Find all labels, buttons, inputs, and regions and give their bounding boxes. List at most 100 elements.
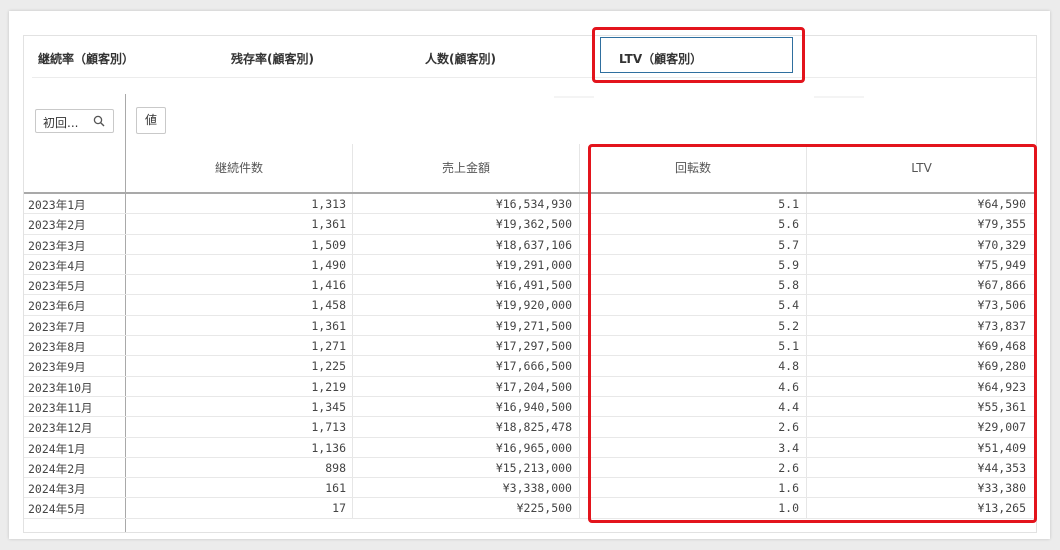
row-month: 2024年1月 <box>28 441 86 456</box>
cell-count: 1,713 <box>311 420 346 435</box>
cell-ltv: ¥29,007 <box>977 420 1026 435</box>
faint-divider <box>554 96 594 98</box>
table-row[interactable]: 2024年3月 161 ¥3,338,000 1.6 ¥33,380 <box>24 478 1036 499</box>
cell-ltv: ¥73,506 <box>977 298 1026 313</box>
row-month: 2024年2月 <box>28 461 86 476</box>
table-row[interactable]: 2024年1月 1,136 ¥16,965,000 3.4 ¥51,409 <box>24 438 1036 458</box>
row-month: 2023年8月 <box>28 340 86 355</box>
cell-turnover: 5.9 <box>778 257 799 272</box>
cell-count: 1,136 <box>311 440 346 455</box>
cell-count: 1,271 <box>311 339 346 354</box>
table-row[interactable]: 2023年4月 1,490 ¥19,291,000 5.9 ¥75,949 <box>24 255 1036 276</box>
cell-turnover: 3.4 <box>778 440 799 455</box>
table-row[interactable]: 2023年11月 1,345 ¥16,940,500 4.4 ¥55,361 <box>24 397 1036 418</box>
column-header-sales[interactable]: 売上金額 <box>353 144 579 192</box>
table-row[interactable]: 2024年2月 898 ¥15,213,000 2.6 ¥44,353 <box>24 458 1036 479</box>
cell-sales: ¥16,940,500 <box>495 399 572 414</box>
cell-ltv: ¥64,923 <box>977 379 1026 394</box>
row-month: 2023年1月 <box>28 198 86 212</box>
cell-ltv: ¥55,361 <box>977 399 1026 414</box>
column-header-count[interactable]: 継続件数 <box>126 144 352 192</box>
column-divider <box>579 144 580 192</box>
cell-ltv: ¥13,265 <box>977 501 1026 516</box>
table-row[interactable]: 2023年2月 1,361 ¥19,362,500 5.6 ¥79,355 <box>24 214 1036 235</box>
cell-count: 898 <box>325 460 346 475</box>
cell-turnover: 1.0 <box>778 501 799 516</box>
faint-divider <box>814 96 864 98</box>
cell-turnover: 5.1 <box>778 339 799 354</box>
cell-sales: ¥19,291,000 <box>495 257 572 272</box>
cell-count: 1,313 <box>311 197 346 211</box>
column-divider <box>806 144 807 192</box>
table-row[interactable]: 2023年8月 1,271 ¥17,297,500 5.1 ¥69,468 <box>24 336 1036 357</box>
cell-turnover: 5.4 <box>778 298 799 313</box>
cell-count: 1,509 <box>311 237 346 252</box>
cell-sales: ¥225,500 <box>516 501 572 516</box>
cell-ltv: ¥64,590 <box>977 197 1026 211</box>
cell-turnover: 5.8 <box>778 278 799 293</box>
cell-count: 1,361 <box>311 318 346 333</box>
cell-turnover: 4.4 <box>778 399 799 414</box>
cell-sales: ¥16,534,930 <box>495 197 572 211</box>
cell-sales: ¥17,297,500 <box>495 339 572 354</box>
table-row[interactable]: 2023年9月 1,225 ¥17,666,500 4.8 ¥69,280 <box>24 356 1036 377</box>
table-row[interactable]: 2023年3月 1,509 ¥18,637,106 5.7 ¥70,329 <box>24 235 1036 255</box>
cell-sales: ¥16,491,500 <box>495 278 572 293</box>
cell-sales: ¥3,338,000 <box>502 481 572 496</box>
row-month: 2023年12月 <box>28 421 93 436</box>
table-row[interactable]: 2023年1月 1,313 ¥16,534,930 5.1 ¥64,590 <box>24 194 1036 215</box>
row-month: 2023年11月 <box>28 400 93 415</box>
cell-count: 1,458 <box>311 298 346 313</box>
tab-customer-count[interactable]: 人数(顧客別) <box>425 50 496 67</box>
row-month: 2023年5月 <box>28 279 86 294</box>
cell-ltv: ¥33,380 <box>977 481 1026 496</box>
dimension-search-button[interactable]: 初回... <box>35 109 114 133</box>
table-row[interactable]: 2024年5月 17 ¥225,500 1.0 ¥13,265 <box>24 498 1036 519</box>
cell-ltv: ¥73,837 <box>977 318 1026 333</box>
cell-turnover: 2.6 <box>778 460 799 475</box>
table-row[interactable]: 2023年6月 1,458 ¥19,920,000 5.4 ¥73,506 <box>24 295 1036 316</box>
cell-turnover: 4.6 <box>778 379 799 394</box>
tab-ltv-label: LTV（顧客別） <box>619 52 703 66</box>
column-header-ltv[interactable]: LTV <box>807 144 1036 192</box>
dimension-search-label: 初回... <box>43 116 79 130</box>
table-row[interactable]: 2023年10月 1,219 ¥17,204,500 4.6 ¥64,923 <box>24 377 1036 397</box>
cell-sales: ¥19,920,000 <box>495 298 572 313</box>
row-month: 2023年3月 <box>28 238 86 253</box>
cell-turnover: 4.8 <box>778 359 799 374</box>
row-month: 2024年3月 <box>28 482 86 497</box>
table-row[interactable]: 2023年7月 1,361 ¥19,271,500 5.2 ¥73,837 <box>24 316 1036 337</box>
cell-ltv: ¥69,468 <box>977 339 1026 354</box>
cell-turnover: 2.6 <box>778 420 799 435</box>
table-row[interactable]: 2023年5月 1,416 ¥16,491,500 5.8 ¥67,866 <box>24 275 1036 296</box>
cell-sales: ¥17,204,500 <box>495 379 572 394</box>
cell-sales: ¥18,825,478 <box>495 420 572 435</box>
tab-ltv[interactable]: LTV（顧客別） <box>600 37 793 73</box>
table-row[interactable]: 2023年12月 1,713 ¥18,825,478 2.6 ¥29,007 <box>24 417 1036 438</box>
search-icon <box>93 115 105 127</box>
cell-ltv: ¥69,280 <box>977 359 1026 374</box>
table-body: 2023年1月 1,313 ¥16,534,930 5.1 ¥64,590 2023年2月… <box>24 194 1036 519</box>
cell-count: 17 <box>332 501 346 516</box>
row-month: 2024年5月 <box>28 502 86 517</box>
cell-count: 1,361 <box>311 217 346 232</box>
row-month: 2023年4月 <box>28 258 86 273</box>
pivot-panel: 継続率（顧客別） 残存率(顧客別) 人数(顧客別) LTV（顧客別） 初回...… <box>9 11 1050 539</box>
cell-ltv: ¥51,409 <box>977 440 1026 455</box>
cell-ltv: ¥44,353 <box>977 460 1026 475</box>
cell-turnover: 1.6 <box>778 481 799 496</box>
pivot-table-container: 継続率（顧客別） 残存率(顧客別) 人数(顧客別) LTV（顧客別） 初回...… <box>23 35 1037 533</box>
cell-turnover: 5.2 <box>778 318 799 333</box>
column-header-turnover[interactable]: 回転数 <box>580 144 806 192</box>
tab-survival-rate[interactable]: 残存率(顧客別) <box>231 50 314 67</box>
cell-count: 161 <box>325 481 346 496</box>
cell-sales: ¥18,637,106 <box>495 237 572 252</box>
cell-count: 1,225 <box>311 359 346 374</box>
cell-ltv: ¥79,355 <box>977 217 1026 232</box>
column-divider <box>352 144 353 192</box>
cell-sales: ¥16,965,000 <box>495 440 572 455</box>
values-button[interactable]: 値 <box>136 107 166 134</box>
cell-ltv: ¥70,329 <box>977 237 1026 252</box>
row-month: 2023年10月 <box>28 380 93 395</box>
tab-retention-rate[interactable]: 継続率（顧客別） <box>38 50 134 67</box>
